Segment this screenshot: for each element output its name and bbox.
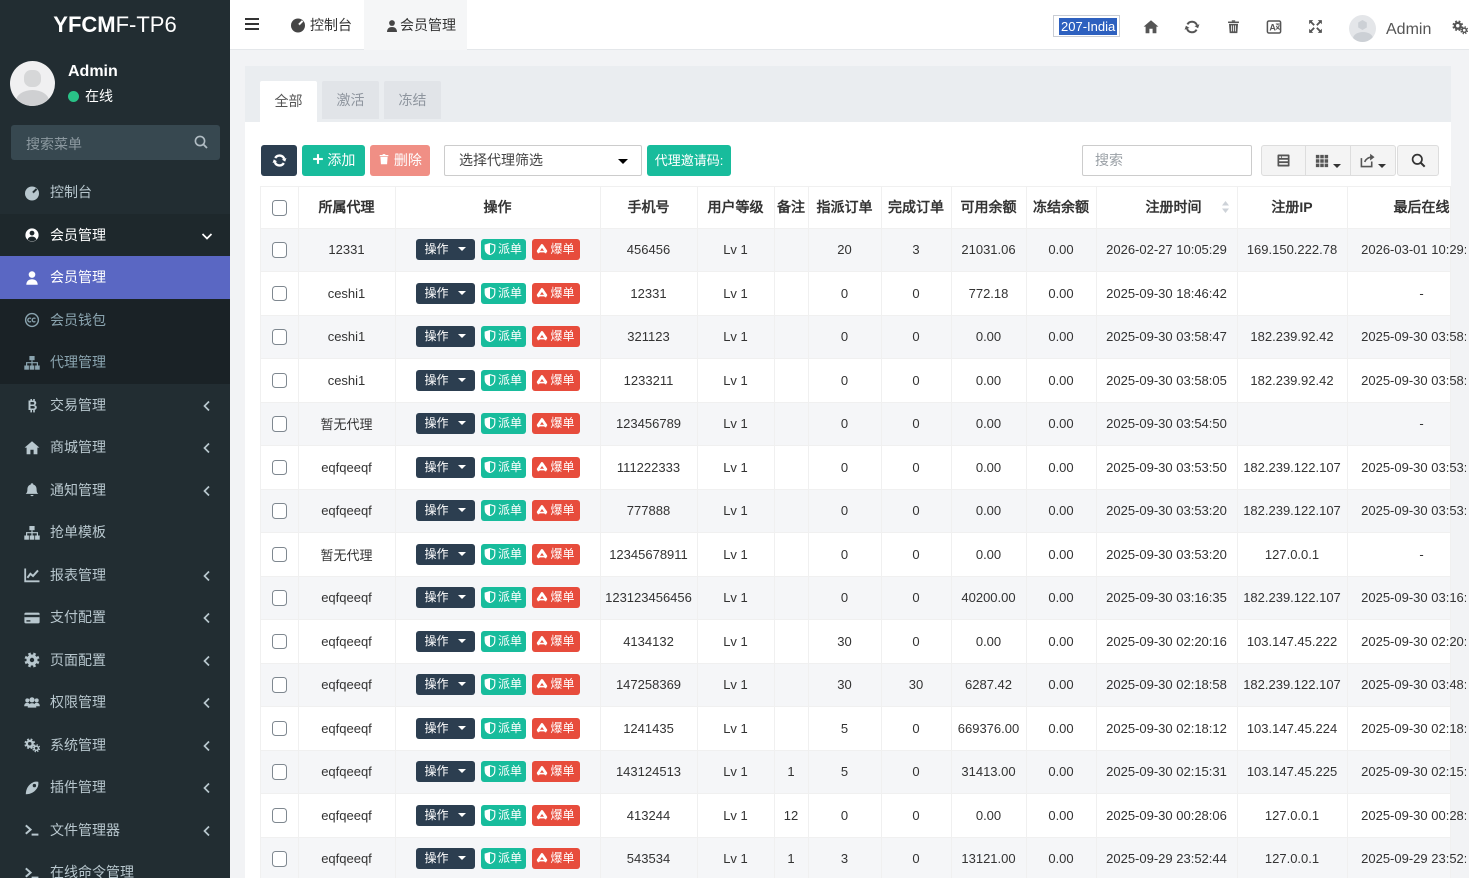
svg-text:B: B [28, 398, 38, 413]
svg-text:A: A [1269, 23, 1276, 33]
